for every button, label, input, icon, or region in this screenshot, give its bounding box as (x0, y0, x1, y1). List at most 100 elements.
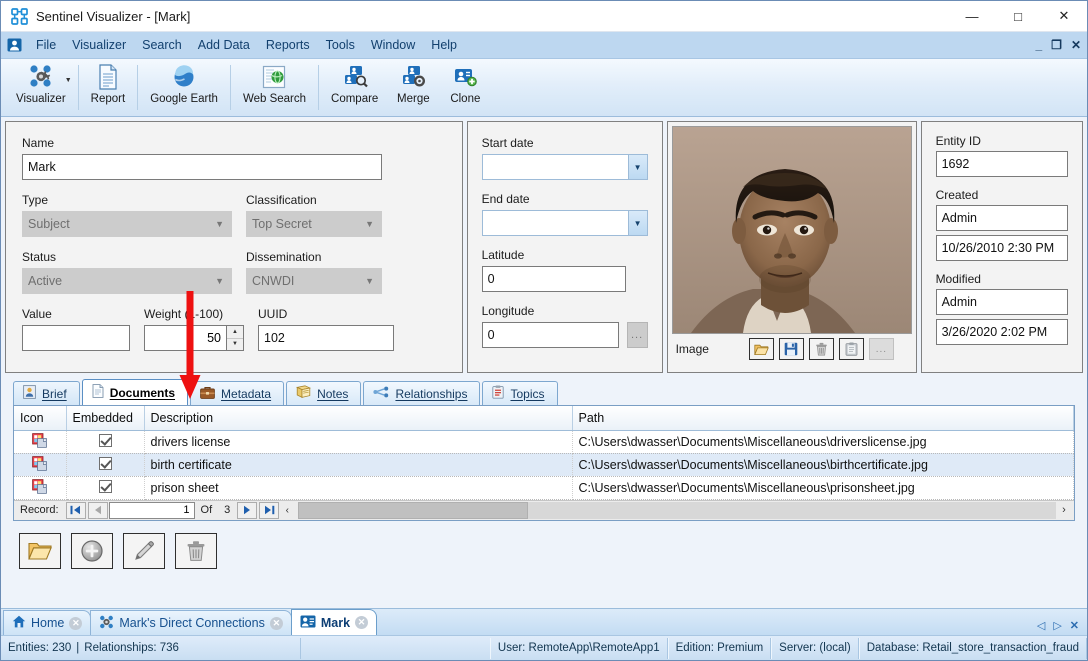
window-close-button[interactable]: ✕ (1041, 1, 1087, 32)
row-description-cell[interactable]: prison sheet (144, 476, 572, 499)
chevron-down-icon[interactable]: ▼ (628, 155, 647, 179)
last-record-button[interactable] (259, 502, 279, 519)
window-minimize-button[interactable]: — (949, 1, 995, 32)
menu-item-file[interactable]: File (28, 35, 64, 55)
tab-relationships[interactable]: Relationships (363, 381, 480, 405)
latitude-input[interactable]: 0 (482, 266, 626, 292)
paste-image-button[interactable] (839, 338, 864, 360)
pencil-edit-icon (133, 540, 155, 562)
doc-tab-home[interactable]: Home ✕ (3, 610, 91, 635)
save-image-button[interactable] (779, 338, 804, 360)
menu-item-search[interactable]: Search (134, 35, 190, 55)
menu-item-reports[interactable]: Reports (258, 35, 318, 55)
open-document-button[interactable] (19, 533, 61, 569)
column-header-description[interactable]: Description (144, 406, 572, 430)
table-row[interactable]: birth certificate C:\Users\dwasser\Docum… (14, 453, 1074, 476)
tab-prev-button[interactable]: ◁ (1037, 619, 1045, 632)
name-label: Name (22, 136, 446, 150)
row-embedded-cell[interactable] (66, 453, 144, 476)
entity-photo-frame[interactable] (672, 126, 912, 334)
embedded-checkbox[interactable] (99, 434, 112, 447)
close-icon[interactable]: ✕ (69, 617, 82, 630)
menu-item-add-data[interactable]: Add Data (190, 35, 258, 55)
horizontal-scrollbar[interactable] (298, 502, 1056, 519)
menu-item-help[interactable]: Help (423, 35, 465, 55)
first-record-button[interactable] (66, 502, 86, 519)
close-icon[interactable]: ✕ (355, 616, 368, 629)
dissemination-select[interactable]: CNWDI ▼ (246, 268, 382, 294)
chevron-down-icon[interactable]: ▼ (628, 211, 647, 235)
value-input[interactable] (22, 325, 130, 351)
doc-tab-marks-direct-connections[interactable]: Mark's Direct Connections ✕ (90, 610, 292, 635)
weight-value[interactable]: 50 (144, 325, 226, 351)
spin-up-icon[interactable]: ▲ (227, 326, 243, 339)
toolbar-button-web-search[interactable]: Web Search (234, 59, 315, 116)
entity-metadata-panel: Entity ID 1692 Created Admin 10/26/2010 … (921, 121, 1083, 373)
row-description-cell[interactable]: birth certificate (144, 453, 572, 476)
tab-metadata[interactable]: Metadata (190, 381, 284, 405)
delete-document-button[interactable] (175, 533, 217, 569)
tab-documents[interactable]: Documents (82, 379, 188, 405)
row-description-cell[interactable]: drivers license (144, 430, 572, 453)
mdi-minimize-button[interactable]: _ (1035, 39, 1042, 51)
row-embedded-cell[interactable] (66, 430, 144, 453)
delete-image-button[interactable] (809, 338, 834, 360)
spin-down-icon[interactable]: ▼ (227, 339, 243, 351)
chevron-down-icon[interactable]: ▼ (65, 77, 72, 84)
embedded-checkbox[interactable] (99, 457, 112, 470)
mdi-close-button[interactable]: ✕ (1071, 39, 1081, 51)
scroll-right-icon[interactable]: › (1056, 504, 1072, 516)
end-date-picker[interactable]: ▼ (482, 210, 648, 236)
uuid-input[interactable]: 102 (258, 325, 394, 351)
open-image-button[interactable] (749, 338, 774, 360)
map-browse-button[interactable]: ... (627, 322, 648, 348)
image-document-icon (32, 456, 47, 471)
menu-item-tools[interactable]: Tools (318, 35, 363, 55)
clone-entity-icon (451, 62, 479, 92)
column-header-embedded[interactable]: Embedded (66, 406, 144, 430)
doc-tab-mark[interactable]: Mark ✕ (291, 609, 377, 635)
embedded-checkbox[interactable] (99, 480, 112, 493)
toolbar-button-google-earth[interactable]: Google Earth (141, 59, 227, 116)
name-input[interactable]: Mark (22, 154, 382, 180)
tab-topics[interactable]: Topics (482, 381, 557, 405)
longitude-input[interactable]: 0 (482, 322, 619, 348)
toolbar-button-report[interactable]: Report (82, 59, 135, 116)
scroll-left-icon[interactable]: ‹ (280, 505, 294, 516)
type-select[interactable]: Subject ▼ (22, 211, 232, 237)
table-row[interactable]: prison sheet C:\Users\dwasser\Documents\… (14, 476, 1074, 499)
add-document-button[interactable] (71, 533, 113, 569)
tab-next-button[interactable]: ▷ (1053, 619, 1061, 632)
previous-record-button[interactable] (88, 502, 108, 519)
tab-brief[interactable]: Brief (13, 381, 80, 405)
column-header-icon[interactable]: Icon (14, 406, 66, 430)
row-path-cell[interactable]: C:\Users\dwasser\Documents\Miscellaneous… (572, 476, 1074, 499)
toolbar-button-visualizer[interactable]: Visualizer ▼ (7, 59, 75, 116)
row-path-cell[interactable]: C:\Users\dwasser\Documents\Miscellaneous… (572, 430, 1074, 453)
row-path-cell[interactable]: C:\Users\dwasser\Documents\Miscellaneous… (572, 453, 1074, 476)
close-icon[interactable]: ✕ (270, 617, 283, 630)
column-header-path[interactable]: Path (572, 406, 1074, 430)
classification-select[interactable]: Top Secret ▼ (246, 211, 382, 237)
weight-stepper[interactable]: 50 ▲ ▼ (144, 325, 244, 351)
row-embedded-cell[interactable] (66, 476, 144, 499)
menu-item-visualizer[interactable]: Visualizer (64, 35, 134, 55)
next-record-button[interactable] (237, 502, 257, 519)
created-user-value: Admin (936, 205, 1068, 231)
scrollbar-thumb[interactable] (298, 502, 528, 519)
toolbar-button-merge[interactable]: Merge (387, 59, 439, 116)
status-select[interactable]: Active ▼ (22, 268, 232, 294)
toolbar-button-clone[interactable]: Clone (439, 59, 491, 116)
tab-notes[interactable]: Notes (286, 381, 361, 405)
modified-label: Modified (936, 272, 1068, 286)
menu-item-window[interactable]: Window (363, 35, 423, 55)
start-date-picker[interactable]: ▼ (482, 154, 648, 180)
weight-spin-buttons[interactable]: ▲ ▼ (226, 325, 244, 351)
edit-document-button[interactable] (123, 533, 165, 569)
window-maximize-button[interactable]: □ (995, 1, 1041, 32)
table-row[interactable]: drivers license C:\Users\dwasser\Documen… (14, 430, 1074, 453)
record-number-input[interactable]: 1 (109, 502, 195, 519)
mdi-restore-button[interactable]: ❐ (1051, 39, 1062, 51)
tab-close-button[interactable]: ✕ (1070, 619, 1079, 632)
toolbar-button-compare[interactable]: Compare (322, 59, 387, 116)
